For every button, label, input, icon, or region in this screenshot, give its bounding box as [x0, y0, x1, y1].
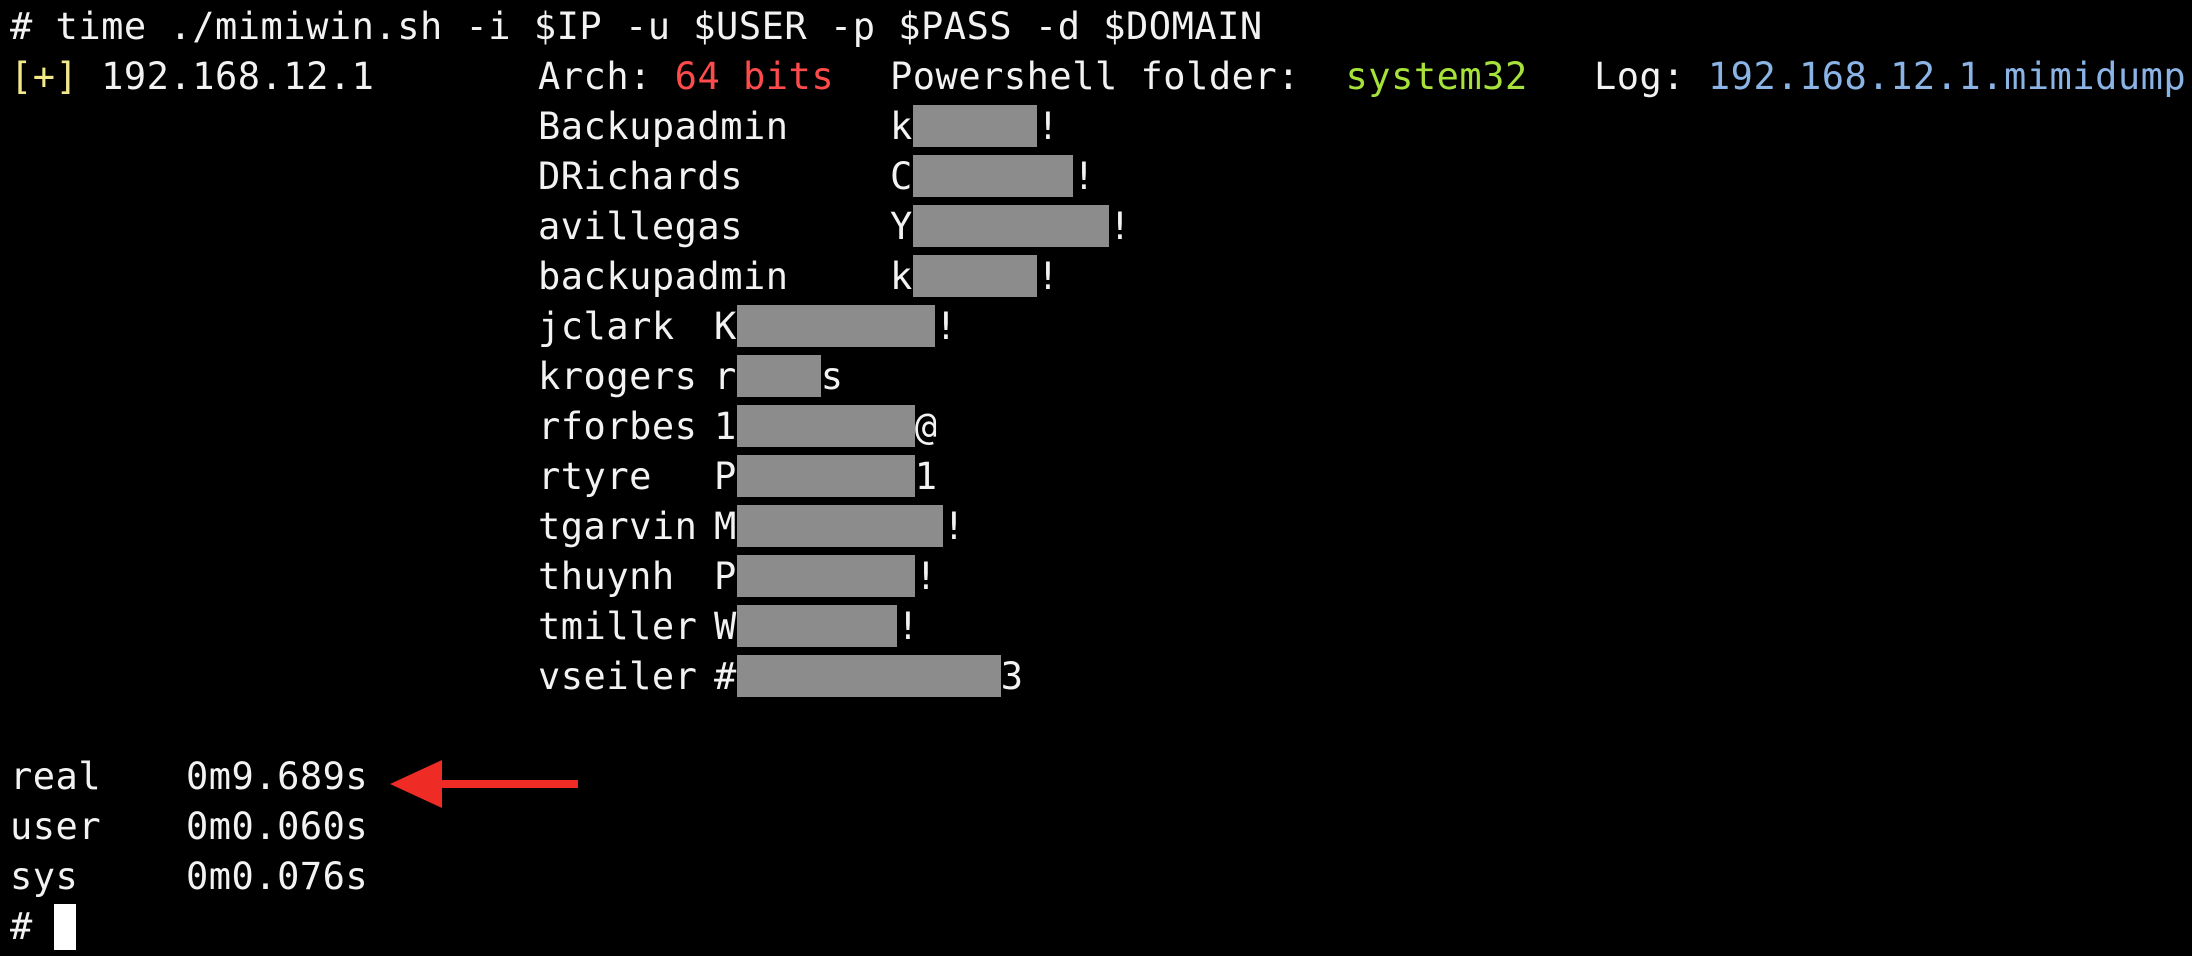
credential-user: avillegas [538, 205, 743, 248]
credential-user: tgarvin [538, 505, 698, 548]
credential-password: P! [714, 555, 938, 598]
redaction-box [736, 455, 915, 497]
redaction-box [736, 405, 915, 447]
redaction-box [736, 605, 897, 647]
timing-real-label: real [10, 755, 102, 798]
credential-password: W! [714, 605, 920, 648]
success-marker: [+] [10, 55, 79, 98]
credential-user: tmiller [538, 605, 698, 648]
credential-user: krogers [538, 355, 698, 398]
credential-password: K! [714, 305, 958, 348]
host-ip: 192.168.12.1 [101, 55, 375, 98]
redaction-box [736, 305, 935, 347]
credential-password: M! [714, 505, 966, 548]
timing-real-value: 0m9.689s [186, 755, 369, 798]
credential-user: rforbes [538, 405, 698, 448]
credential-password: 1 @ [714, 405, 938, 448]
credential-password: P1 [714, 455, 938, 498]
command-line: # time ./mimiwin.sh -i $IP -u $USER -p $… [10, 5, 1263, 48]
credential-password: Y! [890, 205, 1132, 248]
redaction-box [912, 205, 1109, 247]
timing-user-label: user [10, 805, 102, 848]
arch-label: Arch: [538, 55, 652, 98]
log-info: Log: 192.168.12.1.mimidump [1594, 52, 2186, 102]
redaction-box [912, 255, 1037, 297]
credential-user: Backupadmin [538, 105, 789, 148]
red-arrow-annotation [390, 760, 578, 808]
folder-value: system32 [1345, 55, 1528, 98]
timing-sys-value: 0m0.076s [186, 855, 369, 898]
redaction-box [736, 505, 943, 547]
host-line: [+] 192.168.12.1 [10, 52, 374, 102]
redaction-box [736, 655, 1001, 697]
folder-info: Powershell folder: system32 [890, 52, 1528, 102]
arrow-shaft [438, 780, 578, 788]
credential-user: jclark [538, 305, 675, 348]
credential-password: rs [714, 355, 844, 398]
credential-user: thuynh [538, 555, 675, 598]
arch-value: 64 bits [674, 55, 835, 98]
arch-info: Arch: 64 bits [538, 52, 834, 102]
shell-prompt: # [10, 905, 33, 948]
redaction-box [736, 555, 915, 597]
credential-password: k! [890, 105, 1060, 148]
credential-user: backupadmin [538, 255, 789, 298]
arrow-head [390, 760, 442, 808]
terminal-window[interactable]: # time ./mimiwin.sh -i $IP -u $USER -p $… [0, 0, 2192, 956]
timing-sys-label: sys [10, 855, 79, 898]
credential-user: DRichards [538, 155, 743, 198]
log-label: Log: [1594, 55, 1686, 98]
folder-label: Powershell folder: [890, 55, 1300, 98]
text-cursor [54, 904, 76, 950]
credential-password: k! [890, 255, 1060, 298]
credential-user: rtyre [538, 455, 652, 498]
credential-password: C! [890, 155, 1096, 198]
redaction-box [736, 355, 821, 397]
credential-password: #3 [714, 655, 1024, 698]
credential-user: vseiler [538, 655, 698, 698]
timing-user-value: 0m0.060s [186, 805, 369, 848]
redaction-box [912, 155, 1073, 197]
log-value: 192.168.12.1.mimidump [1707, 55, 2187, 98]
redaction-box [912, 105, 1037, 147]
